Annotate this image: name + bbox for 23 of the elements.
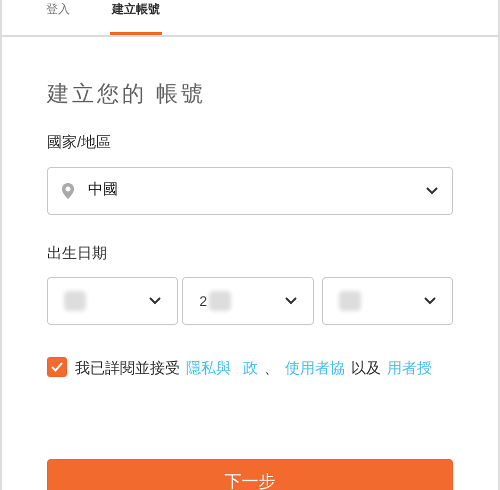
tab[interactable]: 建立帳號 — [110, 0, 162, 35]
policy-link[interactable]: 政 — [243, 360, 258, 377]
agreement-text: 我已詳閱並接受 隱私與 政 、 使用者協 以及 用者授 — [75, 359, 433, 379]
field-label: 國家/地區 — [47, 133, 112, 153]
chevron-down-icon — [284, 297, 297, 305]
policy-link[interactable]: 使用者協 — [285, 360, 345, 377]
next-button[interactable]: 下一步 — [47, 459, 453, 490]
chevron-down-icon — [426, 186, 438, 194]
page-title: 建立您的 帳號 — [47, 80, 208, 108]
field-label: 出生日期 — [47, 244, 108, 264]
select-value: 2 — [199, 292, 208, 310]
date-select[interactable] — [47, 277, 178, 325]
country-select[interactable]: 中國 — [47, 166, 453, 214]
location-pin-icon — [62, 182, 74, 198]
date-select[interactable]: 2 — [182, 277, 314, 325]
date-select[interactable] — [322, 277, 453, 325]
policy-link[interactable]: 隱私與 — [186, 360, 231, 377]
policy-link[interactable]: 用者授 — [387, 360, 432, 377]
chevron-down-icon — [149, 297, 162, 305]
checkbox[interactable] — [47, 357, 67, 377]
tab[interactable]: 登入 — [46, 0, 70, 35]
chevron-down-icon — [424, 297, 436, 305]
checkmark-icon — [51, 362, 63, 372]
